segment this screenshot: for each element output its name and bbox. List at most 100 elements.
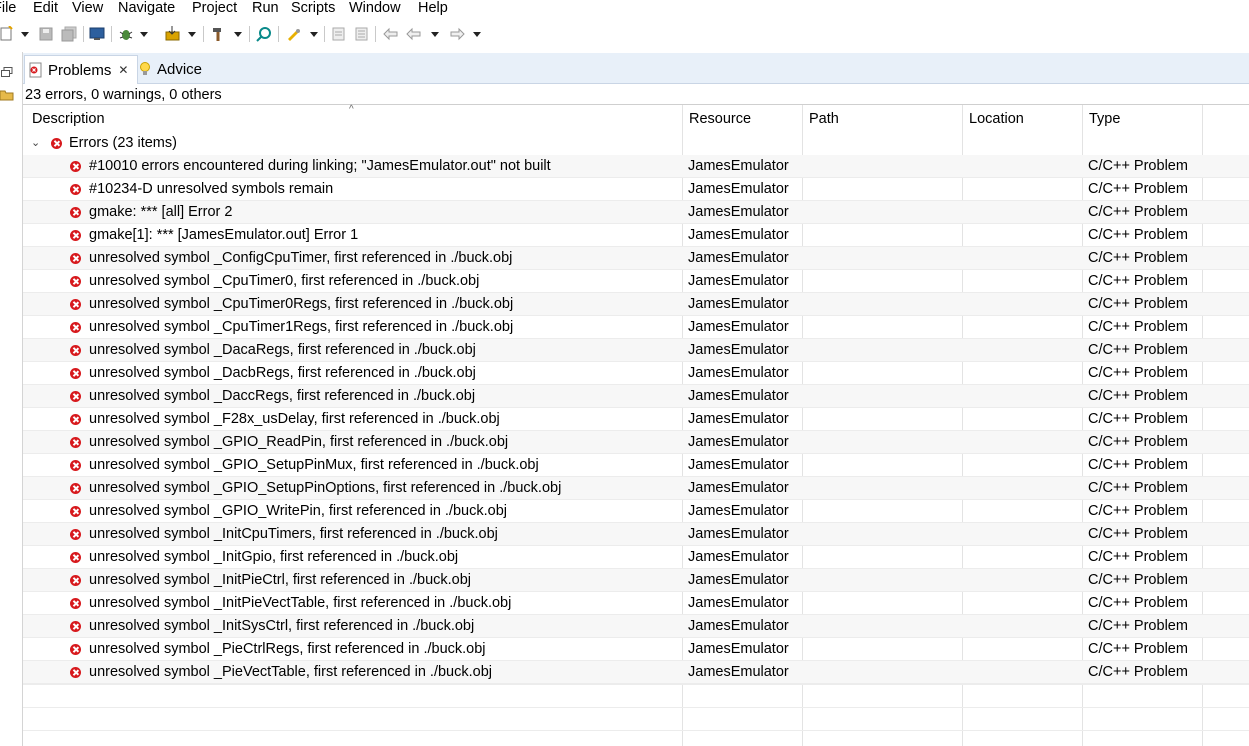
cell-type: C/C++ Problem — [1088, 411, 1188, 427]
forward-icon[interactable] — [448, 25, 466, 43]
cell-resource: JamesEmulator — [688, 526, 789, 542]
save-icon[interactable] — [38, 25, 54, 43]
table-row[interactable]: unresolved symbol _InitSysCtrl, first re… — [23, 615, 1249, 638]
cell-resource: JamesEmulator — [688, 457, 789, 473]
menu-edit[interactable]: Edit — [33, 0, 58, 18]
table-row[interactable]: gmake: *** [all] Error 2 JamesEmulator C/C… — [23, 201, 1249, 224]
cell-description: unresolved symbol _PieCtrlRegs, first re… — [89, 641, 486, 657]
menu-help[interactable]: Help — [418, 0, 448, 18]
save-all-icon[interactable] — [61, 25, 77, 43]
close-icon[interactable]: ✕ — [118, 63, 128, 77]
table-row[interactable]: unresolved symbol _InitPieVectTable, fir… — [23, 592, 1249, 615]
table-row[interactable]: unresolved symbol _ConfigCpuTimer, first… — [23, 247, 1249, 270]
table-row[interactable]: unresolved symbol _GPIO_WritePin, first … — [23, 500, 1249, 523]
cell-description: unresolved symbol _DaccRegs, first refer… — [89, 388, 476, 404]
debug-dropdown-icon[interactable] — [140, 32, 148, 37]
forward-dropdown-icon[interactable] — [473, 32, 481, 37]
error-icon — [70, 253, 81, 264]
launch-icon[interactable] — [285, 25, 303, 43]
table-row[interactable]: unresolved symbol _InitGpio, first refer… — [23, 546, 1249, 569]
flash-icon[interactable] — [164, 25, 182, 43]
menu-window[interactable]: Window — [349, 0, 401, 18]
restore-icon[interactable] — [1, 64, 13, 80]
column-header-path[interactable]: Path — [809, 111, 839, 127]
back-dropdown-icon[interactable] — [431, 32, 439, 37]
cell-resource: JamesEmulator — [688, 227, 789, 243]
launch-dropdown-icon[interactable] — [310, 32, 318, 37]
menu-project[interactable]: Project — [192, 0, 237, 18]
table-row[interactable]: unresolved symbol _CpuTimer0, first refe… — [23, 270, 1249, 293]
cell-resource: JamesEmulator — [688, 503, 789, 519]
table-row[interactable]: unresolved symbol _GPIO_ReadPin, first r… — [23, 431, 1249, 454]
cell-description: unresolved symbol _DacbRegs, first refer… — [89, 365, 476, 381]
new-dropdown-icon[interactable] — [21, 32, 29, 37]
cell-resource: JamesEmulator — [688, 158, 789, 174]
menu-run[interactable]: Run — [252, 0, 279, 18]
folder-icon[interactable] — [0, 88, 14, 104]
menu-view[interactable]: View — [72, 0, 103, 18]
table-row[interactable]: #10010 errors encountered during linking… — [23, 155, 1249, 178]
debug-icon[interactable] — [118, 25, 134, 43]
error-icon — [51, 138, 62, 149]
tab-advice[interactable]: Advice — [139, 55, 219, 83]
group-row-errors[interactable]: ⌄ Errors (23 items) — [23, 132, 1249, 155]
cell-type: C/C++ Problem — [1088, 319, 1188, 335]
cell-description: unresolved symbol _CpuTimer0, first refe… — [89, 273, 480, 289]
build-dropdown-icon[interactable] — [234, 32, 242, 37]
table-row[interactable]: unresolved symbol _InitPieCtrl, first re… — [23, 569, 1249, 592]
tab-problems-label: Problems — [48, 61, 112, 79]
cell-description: gmake: *** [all] Error 2 — [89, 204, 233, 220]
last-edit-icon[interactable] — [382, 25, 400, 43]
column-header-resource[interactable]: Resource — [689, 111, 751, 127]
cell-type: C/C++ Problem — [1088, 273, 1188, 289]
error-icon — [70, 161, 81, 172]
menu-scripts[interactable]: Scripts — [291, 0, 335, 18]
cell-resource: JamesEmulator — [688, 664, 789, 680]
row-rule — [23, 707, 1249, 708]
cell-type: C/C++ Problem — [1088, 388, 1188, 404]
menu-navigate[interactable]: Navigate — [118, 0, 175, 18]
search-icon[interactable] — [255, 25, 273, 43]
table-row[interactable]: unresolved symbol _InitCpuTimers, first … — [23, 523, 1249, 546]
toggle-mark-icon[interactable] — [331, 25, 347, 43]
toolbar-separator — [203, 26, 204, 42]
table-row[interactable]: unresolved symbol _DacaRegs, first refer… — [23, 339, 1249, 362]
cell-resource: JamesEmulator — [688, 342, 789, 358]
table-row[interactable]: gmake[1]: *** [JamesEmulator.out] Error … — [23, 224, 1249, 247]
build-icon[interactable] — [210, 25, 228, 43]
cell-resource: JamesEmulator — [688, 273, 789, 289]
cell-resource: JamesEmulator — [688, 388, 789, 404]
table-row[interactable]: unresolved symbol _F28x_usDelay, first r… — [23, 408, 1249, 431]
cell-description: unresolved symbol _InitPieVectTable, fir… — [89, 595, 512, 611]
cell-type: C/C++ Problem — [1088, 296, 1188, 312]
cell-description: unresolved symbol _F28x_usDelay, first r… — [89, 411, 500, 427]
table-row[interactable]: unresolved symbol _CpuTimer1Regs, first … — [23, 316, 1249, 339]
error-icon — [70, 667, 81, 678]
cell-resource: JamesEmulator — [688, 595, 789, 611]
column-header-description[interactable]: Description — [32, 111, 105, 127]
show-whitespace-icon[interactable] — [354, 25, 370, 43]
terminal-icon[interactable] — [89, 25, 105, 43]
table-row[interactable]: unresolved symbol _GPIO_SetupPinMux, fir… — [23, 454, 1249, 477]
column-header-location[interactable]: Location — [969, 111, 1024, 127]
table-row[interactable]: unresolved symbol _PieVectTable, first r… — [23, 661, 1249, 684]
collapse-icon[interactable]: ⌄ — [31, 132, 40, 155]
error-icon — [70, 322, 81, 333]
flash-dropdown-icon[interactable] — [188, 32, 196, 37]
cell-type: C/C++ Problem — [1088, 526, 1188, 542]
back-icon[interactable] — [405, 25, 423, 43]
table-row[interactable]: unresolved symbol _DacbRegs, first refer… — [23, 362, 1249, 385]
problems-table: Description ^ Resource Path Location Typ… — [23, 104, 1249, 746]
table-row[interactable]: unresolved symbol _GPIO_SetupPinOptions,… — [23, 477, 1249, 500]
cell-type: C/C++ Problem — [1088, 572, 1188, 588]
table-row[interactable]: unresolved symbol _PieCtrlRegs, first re… — [23, 638, 1249, 661]
cell-resource: JamesEmulator — [688, 434, 789, 450]
column-header-type[interactable]: Type — [1089, 111, 1120, 127]
cell-type: C/C++ Problem — [1088, 181, 1188, 197]
table-row[interactable]: unresolved symbol _DaccRegs, first refer… — [23, 385, 1249, 408]
tab-problems[interactable]: Problems ✕ — [24, 55, 138, 84]
menu-file[interactable]: File — [0, 0, 16, 18]
table-row[interactable]: unresolved symbol _CpuTimer0Regs, first … — [23, 293, 1249, 316]
table-row[interactable]: #10234-D unresolved symbols remain JamesE… — [23, 178, 1249, 201]
new-file-icon[interactable] — [0, 25, 14, 43]
